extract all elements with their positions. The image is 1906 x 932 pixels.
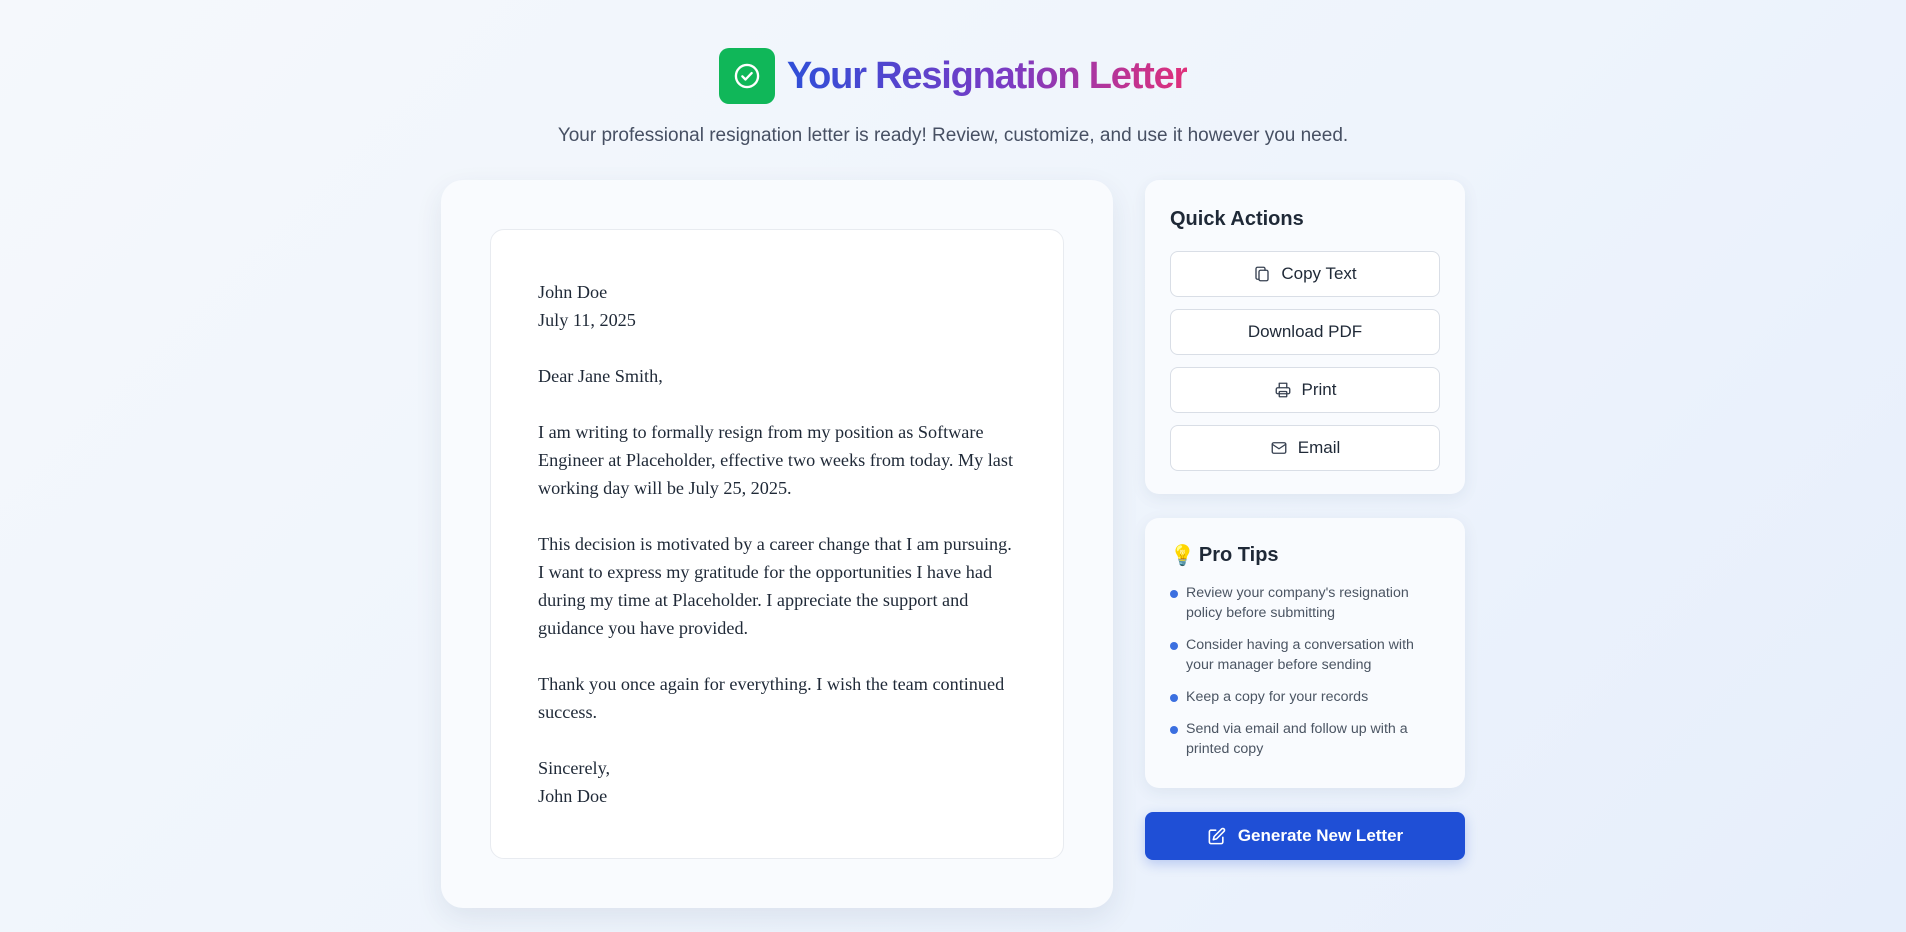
pro-tips-list: Review your company's resignation policy…: [1170, 583, 1440, 759]
pro-tips-panel: 💡 Pro Tips Review your company's resigna…: [1145, 518, 1465, 788]
print-button[interactable]: Print: [1170, 367, 1440, 413]
letter-salutation: Dear Jane Smith,: [538, 366, 663, 386]
pro-tips-title: 💡 Pro Tips: [1170, 544, 1440, 567]
tip-item: Consider having a conversation with your…: [1170, 635, 1440, 675]
email-button[interactable]: Email: [1170, 425, 1440, 471]
letter-paragraph: This decision is motivated by a career c…: [538, 534, 1012, 638]
edit-icon: [1208, 827, 1226, 844]
quick-actions-list: Copy Text Download PDF Print Email: [1170, 251, 1440, 471]
lightbulb-icon: 💡: [1170, 544, 1195, 567]
printer-icon: [1275, 382, 1290, 398]
copy-icon: [1255, 266, 1270, 282]
download-pdf-label: Download PDF: [1247, 322, 1363, 341]
letter-header: John Doe July 11, 2025: [538, 278, 1016, 334]
check-circle-icon: [718, 48, 775, 104]
page-header: Your Resignation Letter Your professiona…: [0, 48, 1906, 147]
tip-item: Keep a copy for your records: [1170, 687, 1440, 707]
letter-preview[interactable]: John Doe July 11, 2025 Dear Jane Smith, …: [490, 229, 1064, 859]
copy-text-button[interactable]: Copy Text: [1170, 251, 1440, 297]
letter-sender-name: John Doe: [538, 282, 608, 302]
letter-date: July 11, 2025: [538, 310, 636, 330]
title-row: Your Resignation Letter: [718, 48, 1188, 104]
email-label: Email: [1297, 438, 1341, 457]
letter-signoff: Sincerely, John Doe: [538, 754, 1016, 810]
quick-actions-panel: Quick Actions Copy Text Download PDF Pri…: [1145, 180, 1465, 494]
generate-new-letter-button[interactable]: Generate New Letter: [1145, 812, 1465, 860]
letter-paragraph: I am writing to formally resign from my …: [538, 422, 1014, 498]
page-title: Your Resignation Letter: [787, 48, 1188, 104]
letter-closing: Sincerely,: [538, 758, 611, 778]
tip-item: Review your company's resignation policy…: [1170, 583, 1440, 623]
download-pdf-button[interactable]: Download PDF: [1170, 309, 1440, 355]
generate-new-letter-label: Generate New Letter: [1237, 826, 1404, 845]
tip-item: Send via email and follow up with a prin…: [1170, 719, 1440, 759]
pro-tips-title-label: Pro Tips: [1198, 544, 1279, 566]
letter-signature: John Doe: [538, 786, 608, 806]
letter-paragraph: Thank you once again for everything. I w…: [538, 674, 1005, 722]
print-label: Print: [1301, 380, 1337, 399]
page-subtitle: Your professional resignation letter is …: [557, 125, 1349, 146]
letter-card: John Doe July 11, 2025 Dear Jane Smith, …: [441, 180, 1113, 908]
quick-actions-title: Quick Actions: [1170, 208, 1304, 230]
copy-text-label: Copy Text: [1281, 264, 1357, 283]
mail-icon: [1271, 442, 1287, 454]
